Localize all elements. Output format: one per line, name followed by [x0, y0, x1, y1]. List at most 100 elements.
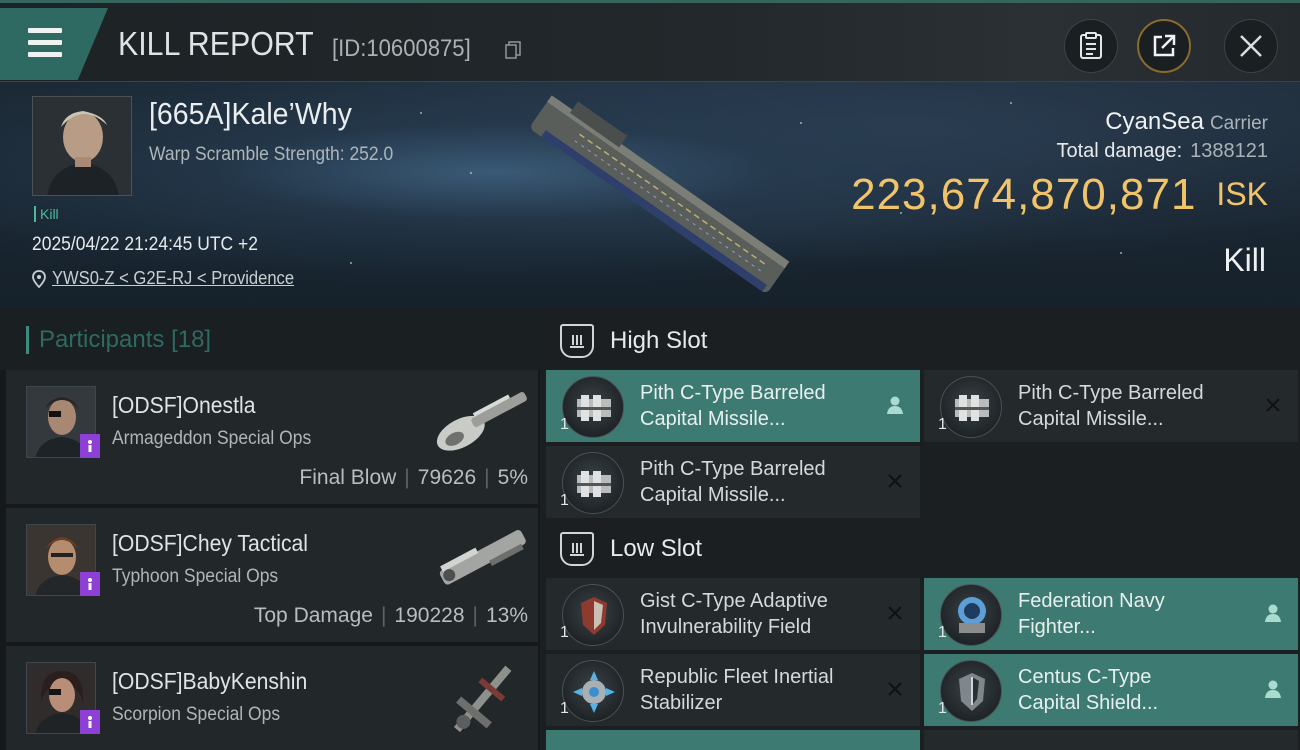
module-name: Gist C-Type Adaptive Invulnerability Fie…	[640, 588, 880, 640]
kill-result: Kill	[1223, 242, 1266, 278]
kill-location[interactable]: YWS0-Z < G2E-RJ < Providence	[32, 268, 315, 289]
total-damage: Total damage: 1388121	[1056, 140, 1268, 163]
missile-launcher-icon	[562, 376, 624, 438]
module-quantity: 1	[938, 624, 947, 641]
module-item[interactable]: 1 Centus C-Type Capital Shield...	[924, 654, 1298, 726]
report-button[interactable]	[1064, 19, 1118, 73]
badge-icon	[88, 440, 92, 452]
module-item[interactable]: 1 Pith C-Type Barreled Capital Missile..…	[546, 370, 920, 442]
separator: |	[404, 466, 410, 489]
close-button[interactable]	[1224, 19, 1278, 73]
module-name-line: Federation Navy	[1018, 590, 1165, 612]
module-name: Pith C-Type Barreled Capital Missile...	[1018, 380, 1258, 432]
badge-icon	[88, 578, 92, 590]
share-button[interactable]	[1137, 19, 1191, 73]
module-quantity: 1	[938, 416, 947, 433]
victim-ship-name: CyanSea	[1105, 108, 1204, 135]
victim-summary: [665A]Kale’Why Warp Scramble Strength: 2…	[0, 82, 1300, 308]
participant-stats: Final Blow | 79626 | 5%	[299, 466, 528, 490]
module-item[interactable]	[924, 730, 1298, 750]
separator: |	[380, 604, 387, 627]
participant-damage: 79626	[417, 466, 477, 489]
fighter-icon	[940, 584, 1002, 646]
module-item[interactable]: 1 Gist C-Type Adaptive Invulnerability F…	[546, 578, 920, 650]
victim-ship: CyanSea Carrier	[1105, 108, 1268, 136]
low-slot-header: Low Slot	[560, 532, 702, 566]
participant-ship: Armageddon Special Ops	[112, 428, 312, 449]
module-name-line: Pith C-Type Barreled	[640, 458, 826, 480]
victim-ship-image	[531, 95, 790, 292]
stabilizer-icon	[562, 660, 624, 722]
module-quantity: 1	[560, 624, 569, 641]
badge-icon	[88, 716, 92, 728]
victim-portrait[interactable]	[32, 96, 132, 196]
report-id: [ID:10600875]	[332, 35, 471, 62]
module-name-line: Invulnerability Field	[640, 616, 812, 638]
module-quantity: 1	[560, 492, 569, 509]
module-name: Centus C-Type Capital Shield...	[1018, 664, 1258, 716]
shield-extender-icon	[940, 660, 1002, 722]
participant-card[interactable]: [ODSF]Onestla Armageddon Special Ops Fin…	[6, 370, 538, 504]
victim-name: [665A]Kale’Why	[149, 96, 352, 131]
rank-badge	[80, 710, 100, 734]
participant-card[interactable]: [ODSF]Chey Tactical Typhoon Special Ops …	[6, 508, 538, 642]
module-name-line: Gist C-Type Adaptive	[640, 590, 828, 612]
x-icon	[884, 470, 906, 492]
participant-card[interactable]: [ODSF]BabyKenshin Scorpion Special Ops	[6, 646, 538, 750]
module-name-line: Centus C-Type	[1018, 666, 1152, 688]
module-item[interactable]: 1 Federation Navy Fighter...	[924, 578, 1298, 650]
module-name: Pith C-Type Barreled Capital Missile...	[640, 380, 880, 432]
module-item[interactable]: 1 Pith C-Type Barreled Capital Missile..…	[924, 370, 1298, 442]
menu-button[interactable]	[0, 8, 108, 80]
module-quantity: 1	[938, 700, 947, 717]
participant-percent: 5%	[497, 466, 528, 489]
module-item[interactable]: 1 Republic Fleet Inertial Stabilizer	[546, 654, 920, 726]
module-quantity: 1	[560, 416, 569, 433]
high-slot-header: High Slot	[560, 324, 707, 358]
participant-percent: 13%	[485, 604, 528, 627]
separator: |	[472, 604, 478, 627]
participants-header: Participants [18]	[0, 308, 540, 370]
module-name-line: Capital Missile...	[1018, 408, 1164, 430]
participant-role: Top Damage	[253, 604, 373, 627]
participant-ship-image	[436, 392, 527, 451]
person-icon	[1262, 678, 1284, 700]
report-icon	[1080, 32, 1102, 59]
total-damage-value: 1388121	[1190, 140, 1268, 162]
module-item[interactable]	[546, 730, 920, 750]
participant-ship: Typhoon Special Ops	[112, 566, 279, 587]
kill-datetime: 2025/04/22 21:24:45 UTC +2	[32, 234, 258, 255]
participant-name: [ODSF]Onestla	[112, 392, 256, 418]
module-quantity: 1	[560, 700, 569, 717]
module-item[interactable]: 1 Pith C-Type Barreled Capital Missile..…	[546, 446, 920, 518]
warp-scramble-strength: Warp Scramble Strength: 252.0	[149, 144, 394, 165]
victim-ship-class: Carrier	[1209, 113, 1268, 134]
participants-count: [18]	[171, 326, 212, 353]
person-icon	[1262, 602, 1284, 624]
pilot-portrait-image	[33, 97, 131, 195]
participant-name: [ODSF]BabyKenshin	[112, 668, 308, 694]
location-link[interactable]: YWS0-Z < G2E-RJ < Providence	[52, 268, 294, 289]
copy-icon[interactable]	[505, 41, 521, 59]
module-name-line: Pith C-Type Barreled	[640, 382, 826, 404]
participant-ship-image	[453, 665, 512, 733]
total-damage-label: Total damage:	[1056, 140, 1183, 162]
participant-ship: Scorpion Special Ops	[112, 704, 281, 725]
participant-damage: 190228	[394, 604, 465, 627]
x-icon	[1262, 394, 1284, 416]
module-name-line: Stabilizer	[640, 692, 723, 714]
isk-amount: 223,674,870,871	[851, 170, 1197, 219]
module-name-line: Fighter...	[1018, 616, 1096, 638]
location-pin-icon	[32, 269, 46, 288]
isk-value: 223,674,870,871 ISK	[851, 170, 1268, 220]
missile-launcher-icon	[940, 376, 1002, 438]
module-name-line: Capital Missile...	[640, 408, 786, 430]
high-slot-icon	[560, 324, 594, 358]
rank-badge	[80, 572, 100, 596]
module-name: Federation Navy Fighter...	[1018, 588, 1258, 640]
x-icon	[884, 602, 906, 624]
module-name: Republic Fleet Inertial Stabilizer	[640, 664, 880, 716]
low-slot-label: Low Slot	[610, 535, 703, 562]
fitting-panel: High Slot 1 Pith C-Type Barreled Capital…	[540, 308, 1300, 750]
kill-tag: Kill	[34, 206, 59, 222]
